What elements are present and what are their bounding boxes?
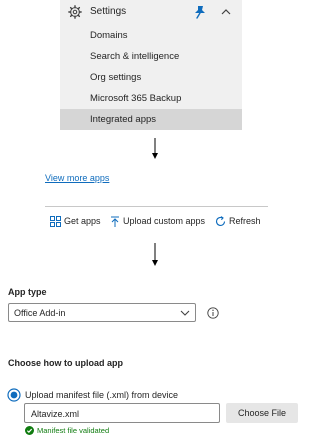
upload-icon	[111, 216, 119, 227]
toolbar-divider	[45, 206, 268, 207]
get-apps-button[interactable]: Get apps	[50, 214, 101, 228]
refresh-icon	[215, 215, 226, 226]
chevron-up-icon[interactable]	[220, 6, 232, 18]
upload-manifest-option-label: Upload manifest file (.xml) from device	[25, 390, 179, 400]
nav-item-org-settings[interactable]: Org settings	[60, 67, 242, 88]
refresh-label: Refresh	[229, 216, 261, 226]
app-type-select[interactable]: Office Add-in	[8, 303, 196, 322]
upload-manifest-radio[interactable]	[7, 388, 21, 402]
choose-file-button[interactable]: Choose File	[226, 403, 298, 423]
upload-method-heading: Choose how to upload app	[8, 358, 123, 368]
upload-custom-apps-label: Upload custom apps	[123, 216, 206, 226]
refresh-button[interactable]: Refresh	[215, 214, 261, 228]
gear-icon	[68, 5, 82, 19]
settings-nav-title: Settings	[90, 6, 127, 17]
app-type-label: App type	[8, 287, 47, 297]
pin-icon[interactable]	[194, 5, 206, 19]
manifest-file-name: Altavize.xml	[31, 409, 80, 419]
nav-item-label: Integrated apps	[90, 114, 157, 125]
chevron-down-icon	[180, 310, 190, 316]
nav-item-label: Domains	[90, 30, 128, 41]
manifest-validated-text: Manifest file validated	[37, 426, 110, 435]
get-apps-label: Get apps	[64, 216, 101, 226]
down-arrow-icon	[152, 138, 158, 159]
nav-item-label: Org settings	[90, 72, 142, 83]
info-icon[interactable]	[207, 307, 219, 319]
app-type-selected-value: Office Add-in	[14, 308, 66, 318]
settings-nav-header[interactable]: Settings	[60, 2, 242, 24]
upload-custom-apps-button[interactable]: Upload custom apps	[110, 214, 205, 228]
nav-item-label: Search & intelligence	[90, 51, 180, 62]
nav-item-domains[interactable]: Domains	[60, 25, 242, 46]
grid-icon	[50, 215, 61, 227]
nav-item-integrated-apps[interactable]: Integrated apps	[60, 109, 242, 130]
nav-item-search-intelligence[interactable]: Search & intelligence	[60, 46, 242, 67]
view-more-apps-link[interactable]: View more apps	[45, 173, 109, 183]
nav-item-label: Microsoft 365 Backup	[90, 93, 182, 104]
down-arrow-icon	[152, 243, 158, 266]
nav-item-m365-backup[interactable]: Microsoft 365 Backup	[60, 88, 242, 109]
manifest-file-field[interactable]: Altavize.xml	[24, 403, 220, 423]
manifest-validated-status: Manifest file validated	[25, 426, 109, 435]
check-circle-icon	[25, 426, 34, 435]
